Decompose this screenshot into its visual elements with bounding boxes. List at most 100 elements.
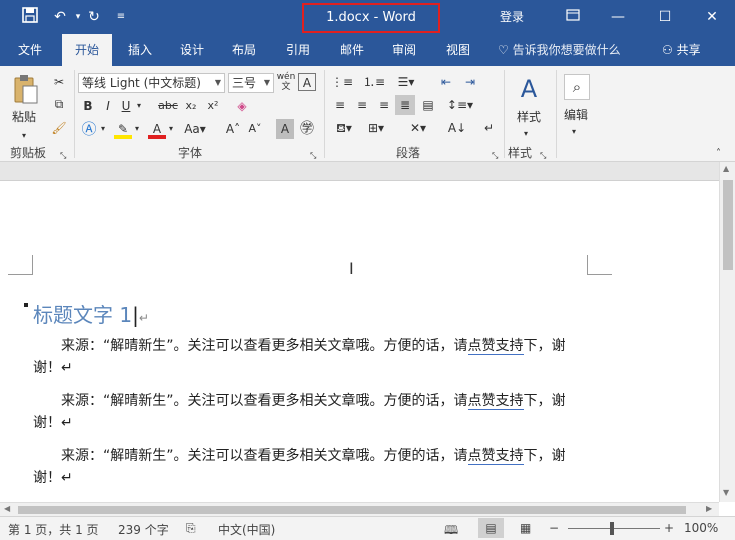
undo-icon[interactable]: ↶: [50, 7, 70, 27]
strikethrough-icon[interactable]: abc: [158, 96, 178, 116]
character-shading-icon[interactable]: A: [276, 119, 294, 139]
superscript-icon[interactable]: x²: [204, 96, 222, 116]
paste-dropdown-icon[interactable]: ▾: [22, 126, 26, 146]
numbering-icon[interactable]: ⒈≡: [362, 72, 386, 92]
font-name-combo[interactable]: 等线 Light (中文标题) ▼: [78, 73, 225, 93]
zoom-slider[interactable]: [568, 528, 660, 529]
highlight-dropdown-icon[interactable]: ▾: [132, 119, 142, 139]
align-left-icon[interactable]: ≡: [330, 95, 350, 115]
tab-view[interactable]: 视图: [436, 34, 480, 66]
vertical-scrollbar[interactable]: ▲ ▼: [719, 162, 735, 502]
scroll-down-icon[interactable]: ▼: [723, 488, 729, 497]
heading-1[interactable]: 标题文字 1|↵: [33, 299, 149, 328]
styles-icon[interactable]: A: [514, 74, 544, 104]
language[interactable]: 中文(中国): [218, 521, 275, 538]
search-icon[interactable]: ⌕: [564, 74, 590, 100]
zoom-in-icon[interactable]: +: [664, 521, 674, 535]
minimize-button[interactable]: —: [603, 5, 633, 29]
underline-icon[interactable]: U: [118, 96, 134, 116]
show-formatting-icon[interactable]: ↵: [480, 118, 498, 138]
styles-label[interactable]: 样式: [517, 108, 541, 125]
zoom-level[interactable]: 100%: [684, 521, 718, 535]
align-right-icon[interactable]: ≡: [374, 95, 394, 115]
paragraph[interactable]: 来源：“解晴新生”。关注可以查看更多相关文章哦。方便的话，请点赞支持下，谢 谢！…: [33, 390, 593, 434]
save-icon[interactable]: [20, 7, 40, 27]
sort-icon[interactable]: A↓: [446, 118, 468, 138]
web-layout-icon[interactable]: ▦: [520, 521, 531, 535]
chinese-layout-icon[interactable]: ✕▾: [404, 118, 432, 138]
borders-icon[interactable]: ⊞▾: [362, 118, 390, 138]
paragraph[interactable]: 来源：“解晴新生”。关注可以查看更多相关文章哦。方便的话，请点赞支持下，谢 谢！…: [33, 335, 593, 379]
distributed-icon[interactable]: ▤: [418, 95, 438, 115]
highlight-icon[interactable]: ✎: [114, 119, 132, 139]
zoom-slider-thumb[interactable]: [610, 522, 614, 535]
tab-insert[interactable]: 插入: [118, 34, 162, 66]
character-border-icon[interactable]: A: [298, 73, 316, 91]
font-size-combo[interactable]: 三号 ▼: [228, 73, 274, 93]
change-case-icon[interactable]: Aa▾: [180, 119, 210, 139]
clear-formatting-icon[interactable]: ◈: [232, 96, 252, 116]
scroll-up-icon[interactable]: ▲: [723, 164, 729, 173]
paste-icon[interactable]: [12, 74, 40, 104]
font-color-dropdown-icon[interactable]: ▾: [166, 119, 176, 139]
copy-icon[interactable]: ⧉: [50, 94, 68, 114]
tab-design[interactable]: 设计: [170, 34, 214, 66]
paste-label[interactable]: 粘贴: [12, 108, 36, 125]
underline-dropdown-icon[interactable]: ▾: [134, 96, 144, 116]
decrease-indent-icon[interactable]: ⇤: [436, 72, 456, 92]
maximize-button[interactable]: ☐: [650, 5, 680, 29]
subscript-icon[interactable]: x₂: [182, 96, 200, 116]
login-button[interactable]: 登录: [500, 8, 524, 25]
edit-dropdown-icon[interactable]: ▾: [572, 122, 576, 142]
tab-mailings[interactable]: 邮件: [330, 34, 374, 66]
ribbon-display-options-icon[interactable]: [558, 5, 588, 29]
zoom-out-icon[interactable]: −: [549, 521, 559, 535]
scroll-left-icon[interactable]: ◀: [4, 504, 10, 513]
edit-label[interactable]: 编辑: [564, 106, 588, 123]
paragraph-text: 下，谢: [523, 448, 566, 464]
vertical-scroll-thumb[interactable]: [723, 180, 733, 270]
multilevel-list-icon[interactable]: ☰▾: [394, 72, 418, 92]
tell-me-search[interactable]: ♡ 告诉我你想要做什么: [498, 34, 621, 66]
share-button[interactable]: ⚇ 共享: [662, 34, 701, 66]
tab-review[interactable]: 审阅: [382, 34, 426, 66]
underlined-text: 点赞支持: [467, 338, 524, 355]
tab-file[interactable]: 文件: [8, 34, 52, 66]
grow-font-icon[interactable]: A˄: [224, 119, 242, 139]
tab-home[interactable]: 开始: [62, 34, 112, 66]
word-count[interactable]: 239 个字: [118, 521, 169, 538]
collapse-ribbon-icon[interactable]: ˄: [716, 144, 721, 164]
shading-icon[interactable]: ⛾▾: [330, 118, 358, 138]
proofing-icon[interactable]: ⎘: [186, 521, 196, 536]
increase-indent-icon[interactable]: ⇥: [460, 72, 480, 92]
close-button[interactable]: ✕: [697, 5, 727, 29]
redo-icon[interactable]: ↻: [84, 7, 104, 27]
scroll-right-icon[interactable]: ▶: [706, 504, 712, 513]
horizontal-scrollbar[interactable]: ◀ ▶: [0, 502, 719, 516]
text-effects-dropdown-icon[interactable]: ▾: [98, 119, 108, 139]
tab-layout[interactable]: 布局: [222, 34, 266, 66]
align-center-icon[interactable]: ≡: [352, 95, 372, 115]
text-effects-icon[interactable]: Ⓐ: [80, 119, 98, 139]
format-painter-icon[interactable]: 🖌: [50, 118, 68, 138]
cut-icon[interactable]: ✂: [50, 72, 68, 92]
read-mode-icon[interactable]: 🕮: [444, 521, 458, 540]
document-page[interactable]: I 标题文字 1|↵ 来源：“解晴新生”。关注可以查看更多相关文章哦。方便的话，…: [0, 180, 719, 502]
list-marker: [24, 303, 28, 307]
customize-toolbar-icon[interactable]: ≡: [111, 7, 131, 27]
bullets-icon[interactable]: ⋮≡: [330, 72, 354, 92]
paragraph[interactable]: 来源：“解晴新生”。关注可以查看更多相关文章哦。方便的话，请点赞支持下，谢 谢！…: [33, 445, 593, 489]
horizontal-scroll-thumb[interactable]: [18, 506, 686, 514]
styles-dropdown-icon[interactable]: ▾: [524, 124, 528, 144]
phonetic-guide-icon[interactable]: wén 文: [276, 72, 296, 92]
print-layout-icon[interactable]: ▤: [478, 518, 504, 538]
line-spacing-icon[interactable]: ↕≡▾: [446, 95, 474, 115]
bold-icon[interactable]: B: [80, 96, 96, 116]
italic-icon[interactable]: I: [100, 96, 116, 116]
shrink-font-icon[interactable]: A˅: [246, 119, 264, 139]
font-color-icon[interactable]: A: [148, 119, 166, 139]
page-count[interactable]: 第 1 页，共 1 页: [8, 521, 99, 538]
enclose-characters-icon[interactable]: ㊫: [298, 119, 316, 139]
justify-icon[interactable]: ≣: [395, 95, 415, 115]
tab-references[interactable]: 引用: [276, 34, 320, 66]
